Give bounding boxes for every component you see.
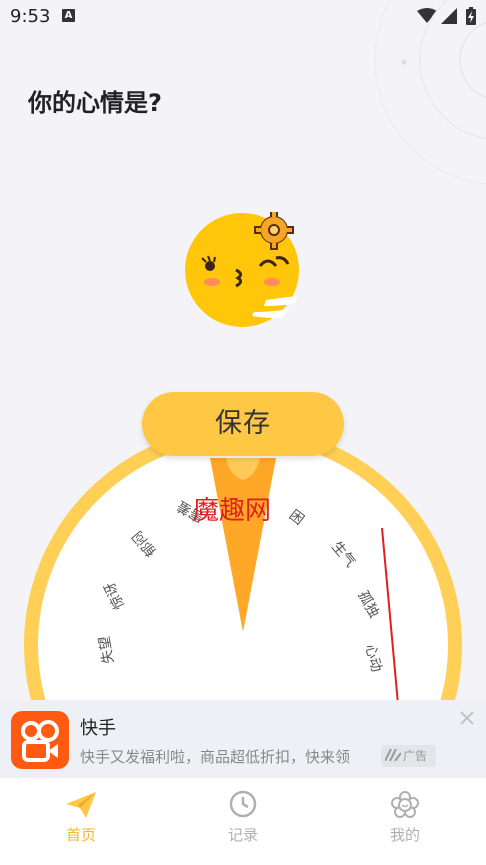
nav-label-records: 记录 — [227, 826, 258, 844]
nav-item-home[interactable]: 首页 — [1, 778, 161, 865]
paper-plane-icon — [66, 792, 96, 818]
save-button[interactable]: 保存 — [142, 392, 344, 456]
ad-description: 快手又发福利啦，商品超低折扣，快来领 — [80, 748, 351, 766]
nav-label-home: 首页 — [65, 826, 96, 844]
nav-item-records[interactable]: 记录 — [163, 778, 323, 865]
watermark: 魔趣网 — [193, 496, 272, 526]
flower-icon — [391, 791, 419, 818]
mood-emoji-icon — [185, 212, 299, 327]
nav-item-mine[interactable]: 我的 — [325, 778, 485, 865]
nav-label-mine: 我的 — [389, 826, 420, 844]
ad-title: 快手 — [80, 718, 116, 739]
notification-icon: A — [62, 9, 75, 22]
status-time: 9:53 — [10, 6, 51, 27]
close-icon[interactable] — [455, 706, 479, 730]
ad-mark-icon — [385, 749, 401, 761]
ad-tag-label: 广告 — [403, 749, 428, 763]
page-title: 你的心情是? — [28, 89, 162, 117]
decorative-rings — [374, 0, 486, 185]
ad-tag: 广告 — [381, 745, 436, 767]
bottom-nav: 首页 记录 我的 — [0, 778, 486, 865]
clock-icon — [229, 790, 257, 818]
kuaishou-logo-icon — [11, 711, 69, 769]
ad-banner[interactable]: 快手 快手又发福利啦，商品超低折扣，快来领 广告 — [0, 700, 486, 778]
